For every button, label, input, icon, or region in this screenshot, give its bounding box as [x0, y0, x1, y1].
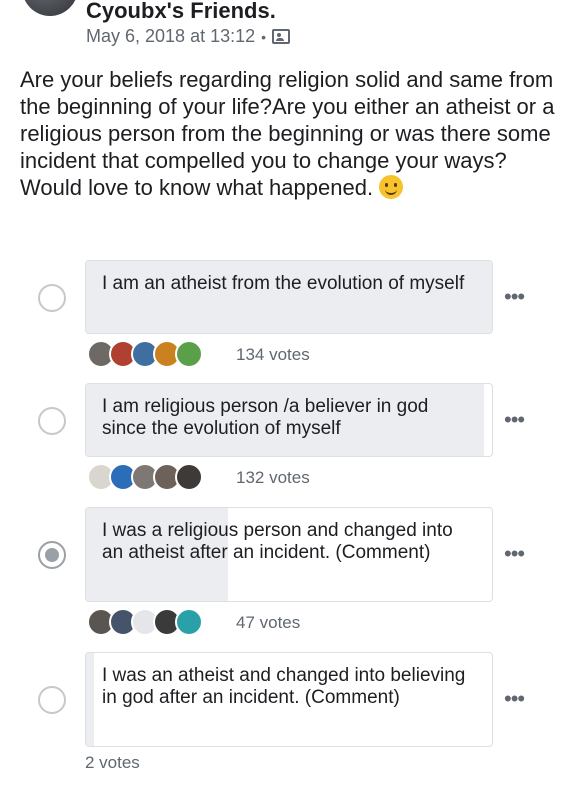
post-question: Are your beliefs regarding religion soli… [20, 67, 555, 173]
post-followup: Would love to know what happened. [20, 174, 570, 201]
poll-option-text: I am religious person /a believer in god… [102, 396, 429, 439]
post-header: Cyoubx's Friends. May 6, 2018 at 13:12 • [0, 0, 585, 60]
radio-button[interactable] [38, 407, 66, 435]
post-meta: May 6, 2018 at 13:12 • [86, 26, 291, 47]
meta-separator: • [261, 28, 267, 45]
radio-button[interactable] [38, 284, 66, 312]
poll-option-text: I was a religious person and changed int… [102, 520, 453, 563]
post-body: Are your beliefs regarding religion soli… [20, 66, 570, 201]
more-horizontal-icon[interactable]: ••• [504, 688, 525, 710]
more-horizontal-icon[interactable]: ••• [504, 409, 525, 431]
poll-option-box[interactable]: I was an atheist and changed into believ… [85, 652, 493, 747]
vote-count[interactable]: 132 votes [236, 468, 310, 488]
group-name[interactable]: Cyoubx's Friends. [86, 0, 276, 24]
voter-avatars[interactable] [87, 608, 203, 636]
voter-avatars[interactable] [87, 463, 203, 491]
poll-option-text: I am an atheist from the evolution of my… [102, 273, 465, 294]
voter-avatars[interactable] [87, 340, 203, 368]
group-avatar[interactable] [22, 0, 78, 16]
voter-avatar[interactable] [175, 608, 203, 636]
vote-count[interactable]: 2 votes [85, 753, 140, 773]
radio-button-selected[interactable] [38, 541, 66, 569]
poll-option-box[interactable]: I am an atheist from the evolution of my… [85, 260, 493, 334]
poll-option-box[interactable]: I was a religious person and changed int… [85, 507, 493, 602]
vote-count[interactable]: 134 votes [236, 345, 310, 365]
poll-option-text: I was an atheist and changed into believ… [102, 665, 466, 708]
vote-count[interactable]: 47 votes [236, 613, 300, 633]
voter-avatar[interactable] [175, 463, 203, 491]
more-horizontal-icon[interactable]: ••• [504, 543, 525, 565]
smiling-face-emoji [379, 175, 404, 199]
radio-button[interactable] [38, 686, 66, 714]
group-audience-icon [272, 29, 291, 44]
more-horizontal-icon[interactable]: ••• [504, 286, 525, 308]
poll-option-box[interactable]: I am religious person /a believer in god… [85, 383, 493, 457]
post-timestamp[interactable]: May 6, 2018 at 13:12 [86, 26, 255, 47]
voter-avatar[interactable] [175, 340, 203, 368]
